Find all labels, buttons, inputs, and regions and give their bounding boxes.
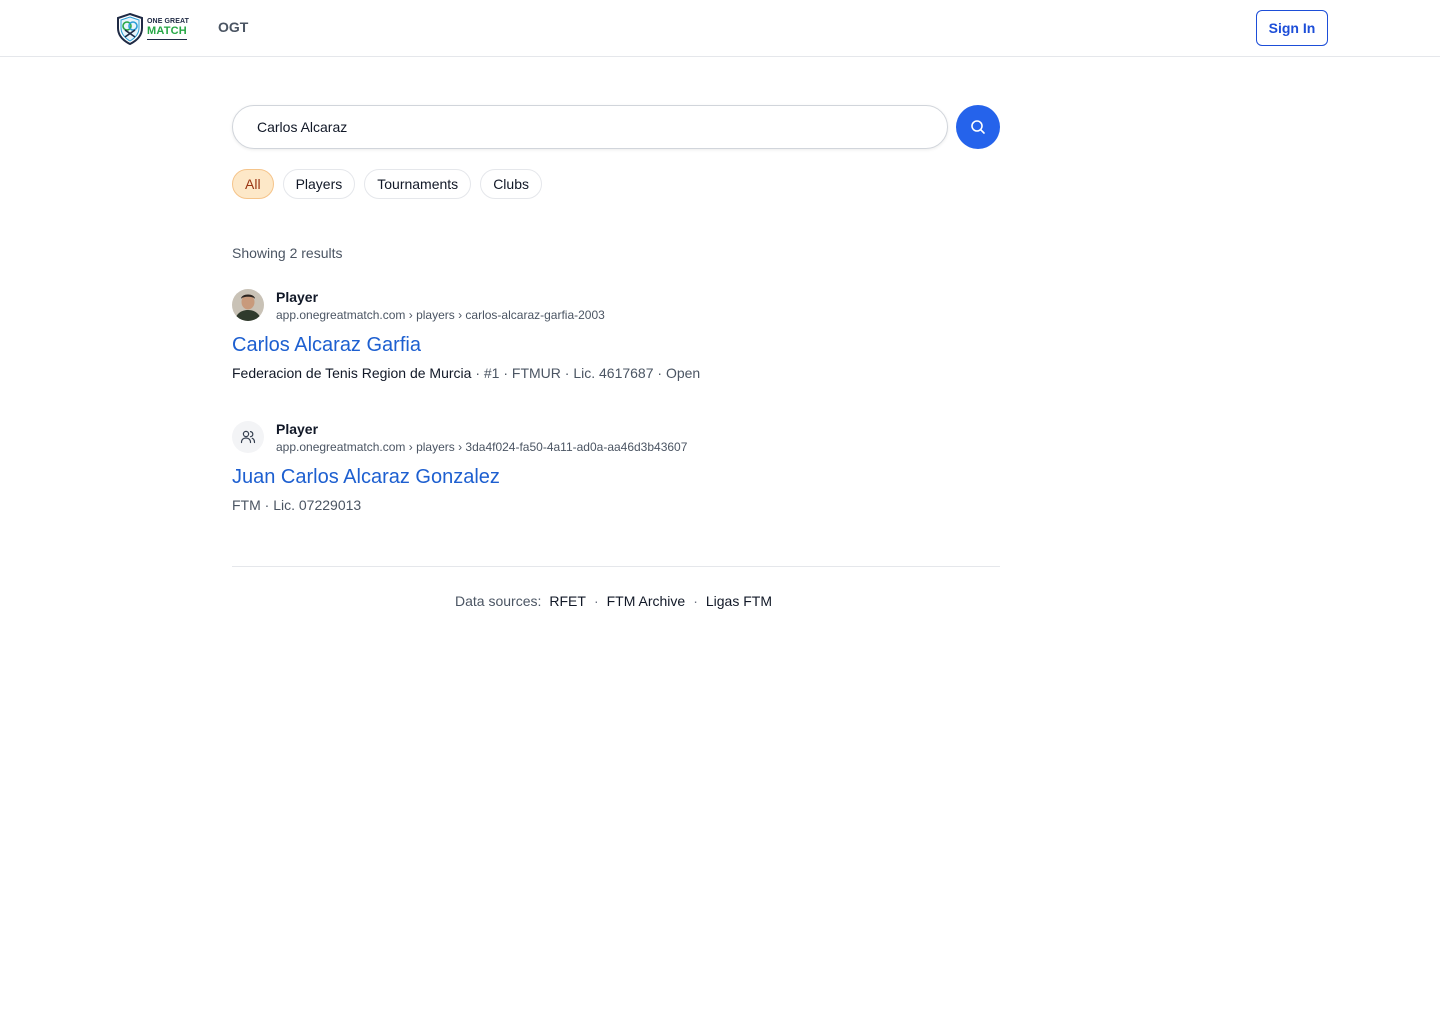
search-result: Player app.onegreatmatch.com › players ›… — [232, 420, 1000, 514]
filter-chips: All Players Tournaments Clubs — [232, 169, 542, 199]
result-type: Player — [276, 421, 319, 437]
result-title-link[interactable]: Juan Carlos Alcaraz Gonzalez — [232, 465, 1000, 489]
result-meta: Federacion de Tenis Region de Murcia · #… — [232, 364, 1000, 382]
player-avatar-placeholder — [232, 421, 264, 453]
player-avatar-photo — [232, 289, 264, 321]
sign-in-button[interactable]: Sign In — [1256, 10, 1328, 46]
users-icon — [240, 430, 256, 444]
player-photo-icon — [232, 289, 264, 321]
nav-link-ogt[interactable]: OGT — [218, 19, 248, 35]
source-link-ftm-archive[interactable]: FTM Archive — [607, 593, 686, 609]
search-result: Player app.onegreatmatch.com › players ›… — [232, 288, 1000, 382]
filter-players[interactable]: Players — [282, 169, 356, 199]
filter-clubs[interactable]: Clubs — [480, 169, 542, 199]
source-separator: · — [593, 593, 599, 609]
shield-logo-icon — [117, 13, 143, 45]
search-input[interactable] — [257, 106, 917, 148]
logo-text-top: ONE GREAT — [147, 18, 189, 25]
result-title-link[interactable]: Carlos Alcaraz Garfia — [232, 333, 1000, 357]
result-type: Player — [276, 289, 319, 305]
filter-all[interactable]: All — [232, 169, 274, 199]
results-count: Showing 2 results — [232, 245, 343, 261]
source-link-ligas-ftm[interactable]: Ligas FTM — [706, 593, 772, 609]
result-url: app.onegreatmatch.com › players › carlos… — [276, 308, 605, 322]
source-separator: · — [693, 593, 698, 609]
source-link-rfet[interactable]: RFET — [549, 593, 586, 609]
footer-divider — [232, 566, 1000, 567]
logo-underline — [147, 39, 187, 40]
result-url: app.onegreatmatch.com › players › 3da4f0… — [276, 440, 688, 454]
data-sources-label: Data sources: — [455, 593, 542, 609]
filter-tournaments[interactable]: Tournaments — [364, 169, 472, 199]
search-box[interactable] — [232, 105, 948, 149]
search-button[interactable] — [956, 105, 1000, 149]
result-federation: Federacion de Tenis Region de Murcia — [232, 365, 472, 381]
logo-text-bottom: MATCH — [147, 25, 187, 37]
logo-wordmark: ONE GREAT MATCH — [147, 18, 189, 40]
result-meta: FTM · Lic. 07229013 — [232, 497, 362, 513]
one-great-match-logo[interactable]: ONE GREAT MATCH — [116, 12, 192, 46]
top-navigation-bar: ONE GREAT MATCH OGT Sign In — [0, 0, 1440, 57]
result-meta-details: · #1 · FTMUR · Lic. 4617687 · Open — [471, 365, 701, 381]
data-sources: Data sources: RFET · FTM Archive · Ligas… — [455, 593, 772, 609]
search-icon — [971, 120, 985, 134]
